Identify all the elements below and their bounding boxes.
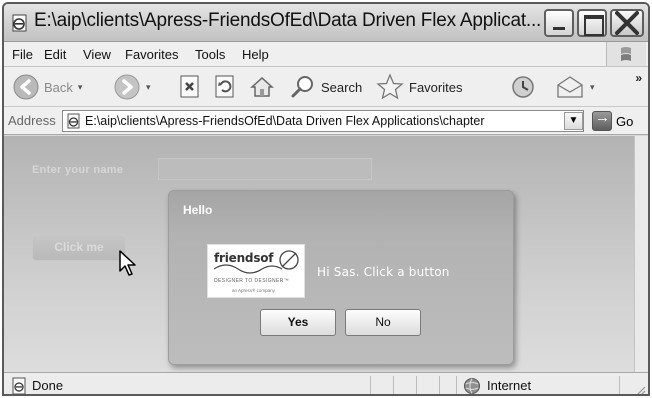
alert-dialog: Hello friendsof DESIGNER TO DESIGNER™ an… [168,190,514,365]
stop-button[interactable] [178,67,202,107]
click-me-button[interactable]: Click me [32,234,126,261]
status-divider [416,376,417,394]
mail-dropdown-icon[interactable]: ▾ [590,82,595,93]
menu-view[interactable]: View [83,47,111,62]
name-label: Enter your name [32,164,124,176]
go-button[interactable]: Go [592,109,634,131]
close-button[interactable] [610,9,644,37]
maximize-button[interactable] [577,9,607,37]
dialog-title: Hello [183,203,213,217]
close-icon [615,11,639,35]
menu-tools[interactable]: Tools [195,47,225,62]
home-button[interactable] [249,67,275,107]
home-icon [250,76,274,97]
no-button[interactable]: No [345,309,421,336]
search-button[interactable]: Search [289,67,362,107]
menu-help[interactable]: Help [242,47,269,62]
forward-dropdown-icon[interactable]: ▾ [146,82,151,93]
toolbar-overflow-icon[interactable]: » [635,71,642,85]
chevron-down-icon: ▼ [568,115,579,126]
mail-icon [557,76,583,98]
favorites-button[interactable]: Favorites [375,67,462,107]
menu-bar: File Edit View Favorites Tools Help [4,42,648,67]
title-bar[interactable]: E:\aip\clients\Apress-FriendsOfEd\Data D… [4,4,648,42]
forward-button[interactable]: ▾ [113,67,151,107]
go-label: Go [616,113,634,129]
refresh-button[interactable] [213,67,237,107]
window-title: E:\aip\clients\Apress-FriendsOfEd\Data D… [34,10,542,31]
status-divider [456,376,457,394]
search-label: Search [321,79,363,95]
stop-icon [180,75,199,98]
status-divider [439,376,440,394]
yes-button[interactable]: Yes [260,309,336,336]
mouse-cursor-icon [119,250,136,276]
page-content: Enter your name Click me Hello friendsof… [4,136,634,372]
favorites-star-icon [376,73,404,100]
resize-grip-icon[interactable] [634,384,646,396]
address-dropdown-button[interactable]: ▼ [564,112,583,130]
ie-page-icon [67,113,80,129]
friendsofed-logo: friendsof DESIGNER TO DESIGNER™ an Apres… [207,244,305,298]
search-icon [291,76,313,98]
browser-window: E:\aip\clients\Apress-FriendsOfEd\Data D… [2,2,650,396]
menu-edit[interactable]: Edit [44,47,66,62]
back-label: Back [44,79,73,95]
favorites-label: Favorites [409,79,463,95]
status-divider [393,376,394,394]
status-divider [619,376,620,394]
address-input[interactable]: E:\aip\clients\Apress-FriendsOfEd\Data D… [62,110,584,132]
minimize-button[interactable] [544,9,574,37]
name-input[interactable] [158,158,372,180]
history-icon [512,76,534,98]
toolbar: Back ▾ ▾ Search Favorites ▾ » [4,67,648,107]
address-label: Address [8,113,56,128]
logo-subtext: an Apress® company [232,288,275,293]
dialog-message: Hi Sas. Click a button [317,265,450,279]
status-text: Done [32,378,64,393]
go-arrow-icon [592,109,612,131]
address-url: E:\aip\clients\Apress-FriendsOfEd\Data D… [85,114,485,128]
ie-page-icon [12,14,27,32]
vertical-scrollbar[interactable] [634,136,648,372]
internet-zone-icon [464,378,480,394]
zone-text: Internet [487,378,532,393]
page-done-icon [12,377,26,394]
back-dropdown-icon[interactable]: ▾ [78,82,83,93]
history-button[interactable] [509,67,537,107]
mail-button[interactable]: ▾ [555,67,595,107]
back-arrow-icon [13,74,39,100]
menu-file[interactable]: File [12,47,33,62]
refresh-icon [215,75,234,98]
windows-logo-icon [606,42,646,66]
menu-favorites[interactable]: Favorites [125,47,178,62]
address-bar: Address E:\aip\clients\Apress-FriendsOfE… [4,107,648,135]
status-divider [370,376,371,394]
forward-arrow-icon [114,74,140,100]
back-button[interactable]: Back ▾ [12,67,82,107]
logo-tagline: DESIGNER TO DESIGNER™ [214,278,290,284]
status-bar: Done Internet [4,372,648,396]
